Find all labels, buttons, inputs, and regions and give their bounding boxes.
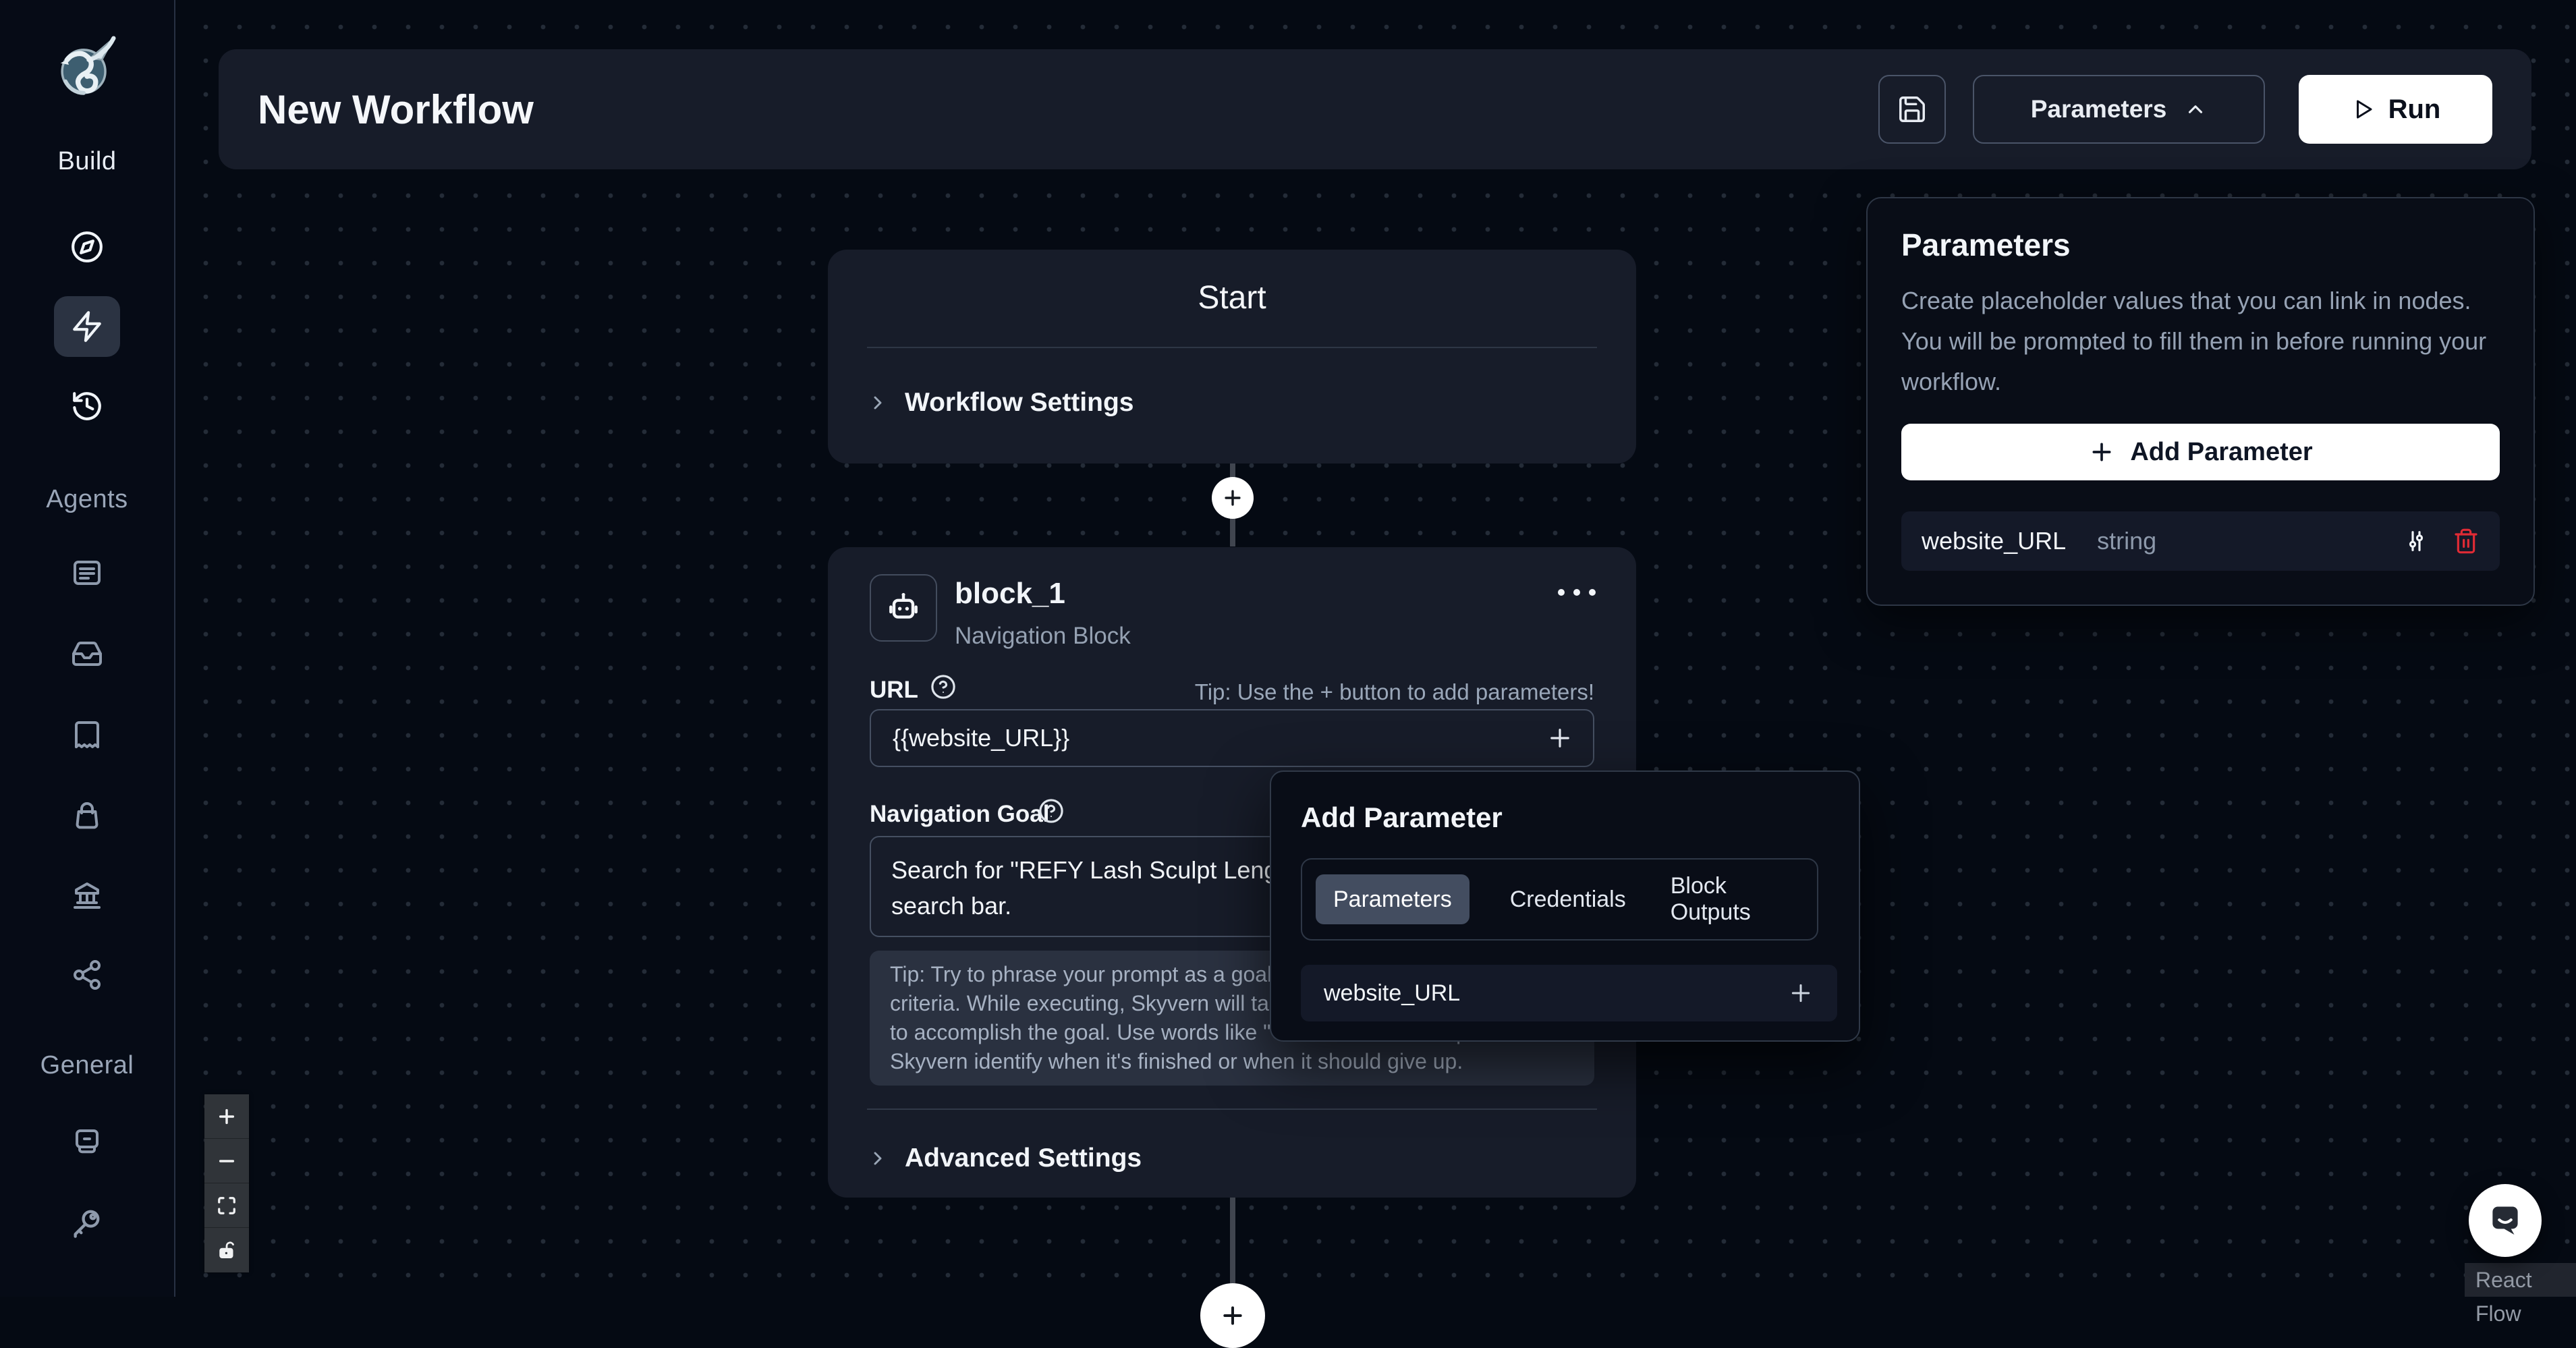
parameters-panel-title: Parameters <box>1901 227 2071 263</box>
sidebar-item-discover[interactable] <box>54 217 120 277</box>
tab-credentials[interactable]: Credentials <box>1506 887 1630 913</box>
parameter-type: string <box>2097 527 2156 555</box>
help-circle-icon[interactable] <box>929 673 957 701</box>
fit-view-button[interactable] <box>204 1183 249 1228</box>
block-title: block_1 <box>955 577 1065 611</box>
parameters-panel-description: Create placeholder values that you can l… <box>1901 281 2486 402</box>
save-button[interactable] <box>1878 75 1946 144</box>
plus-icon <box>1221 486 1244 509</box>
add-block-button[interactable] <box>1212 477 1254 519</box>
form-icon <box>71 557 103 589</box>
plus-icon <box>2088 439 2115 466</box>
add-parameter-plus-icon[interactable] <box>1546 724 1574 752</box>
start-node[interactable]: Start Workflow Settings <box>828 250 1636 464</box>
floppy-disk-icon <box>1897 94 1928 125</box>
advanced-settings-toggle[interactable]: Advanced Settings <box>867 1130 1142 1187</box>
workflow-header: New Workflow Parameters Run <box>219 49 2531 169</box>
zoom-in-button[interactable] <box>204 1094 249 1139</box>
parameters-panel: Parameters Create placeholder values tha… <box>1866 197 2535 606</box>
popup-parameter-item[interactable]: website_URL <box>1301 965 1837 1021</box>
block-subtitle: Navigation Block <box>955 623 1131 650</box>
sidebar: Build Agents <box>0 0 175 1297</box>
react-flow-attribution[interactable]: React Flow <box>2465 1263 2576 1297</box>
sidebar-item-history[interactable] <box>54 376 120 437</box>
url-inline-tip: Tip: Use the + button to add parameters! <box>1195 679 1594 705</box>
sidebar-section-build: Build <box>58 147 117 176</box>
add-parameter-tabs: Parameters Credentials Block Outputs <box>1301 858 1818 940</box>
parameters-toggle-button[interactable]: Parameters <box>1973 75 2265 144</box>
chat-bubble-icon <box>2486 1201 2525 1240</box>
advanced-settings-label: Advanced Settings <box>905 1144 1142 1173</box>
inbox-icon <box>71 638 103 670</box>
chevron-right-icon <box>867 392 889 414</box>
bank-icon <box>71 879 103 911</box>
parameters-toggle-label: Parameters <box>2031 95 2167 123</box>
help-circle-icon[interactable] <box>1037 797 1065 825</box>
unlock-icon <box>217 1240 237 1260</box>
skyvern-dragon-logo[interactable] <box>47 24 127 105</box>
sidebar-item-forms[interactable] <box>54 542 120 603</box>
sidebar-item-inbox[interactable] <box>54 623 120 684</box>
play-icon <box>2351 97 2375 121</box>
compass-icon <box>70 230 104 264</box>
sliders-icon[interactable] <box>2403 528 2430 555</box>
sidebar-section-general: General <box>40 1051 134 1080</box>
add-parameter-popup-title: Add Parameter <box>1301 802 1503 834</box>
parameter-row[interactable]: website_URL string <box>1901 511 2500 571</box>
parameter-name: website_URL <box>1922 527 2066 555</box>
start-node-title: Start <box>828 279 1636 316</box>
add-block-button-bottom[interactable] <box>1200 1283 1265 1348</box>
zoom-out-icon <box>216 1150 237 1172</box>
navigation-goal-label: Navigation Goal <box>870 801 1049 828</box>
add-parameter-button[interactable]: Add Parameter <box>1901 424 2500 480</box>
tab-parameters[interactable]: Parameters <box>1316 874 1469 924</box>
url-input-value: {{website_URL}} <box>893 724 1069 752</box>
block-menu-button[interactable] <box>1558 589 1596 596</box>
bag-icon <box>71 799 103 832</box>
sidebar-item-receipts[interactable] <box>54 704 120 765</box>
sidebar-item-shopping[interactable] <box>54 785 120 846</box>
edge-block-down <box>1230 1198 1235 1297</box>
zap-icon <box>70 310 104 343</box>
chevron-right-icon <box>867 1148 889 1169</box>
share-icon <box>71 959 103 991</box>
history-icon <box>70 389 104 423</box>
run-button[interactable]: Run <box>2299 75 2492 144</box>
lock-button[interactable] <box>204 1228 249 1272</box>
zoom-out-button[interactable] <box>204 1139 249 1183</box>
run-label: Run <box>2388 94 2441 125</box>
sidebar-item-banking[interactable] <box>54 865 120 926</box>
divider <box>867 1108 1597 1110</box>
sidebar-item-devices[interactable] <box>54 1111 120 1172</box>
plus-icon <box>1219 1302 1246 1329</box>
block-icon-tile <box>870 574 937 642</box>
workflow-settings-label: Workflow Settings <box>905 388 1133 418</box>
page-title: New Workflow <box>258 86 534 133</box>
key-icon <box>69 1205 105 1240</box>
fit-view-icon <box>217 1196 237 1216</box>
header-actions: Parameters Run <box>1878 75 2492 144</box>
chevron-up-icon <box>2184 98 2207 121</box>
robot-icon <box>885 589 922 627</box>
tab-block-outputs[interactable]: Block Outputs <box>1667 873 1803 926</box>
divider <box>867 347 1597 348</box>
chat-launcher-button[interactable] <box>2469 1184 2542 1257</box>
url-input[interactable]: {{website_URL}} <box>870 709 1594 767</box>
laptop-icon <box>71 1125 103 1158</box>
popup-parameter-name: website_URL <box>1324 980 1460 1007</box>
sidebar-section-agents: Agents <box>46 485 128 514</box>
plus-icon[interactable] <box>1787 980 1814 1007</box>
workflow-settings-toggle[interactable]: Workflow Settings <box>867 374 1133 431</box>
trash-icon[interactable] <box>2453 528 2480 555</box>
zoom-in-icon <box>216 1106 237 1127</box>
receipt-icon <box>71 719 103 751</box>
sidebar-item-integrations[interactable] <box>54 945 120 1005</box>
sidebar-item-credentials[interactable] <box>54 1192 120 1253</box>
flow-controls <box>204 1094 249 1272</box>
sidebar-item-workflows[interactable] <box>54 296 120 357</box>
add-parameter-popup: Add Parameter Parameters Credentials Blo… <box>1270 770 1860 1042</box>
add-parameter-button-label: Add Parameter <box>2130 438 2312 467</box>
url-label: URL <box>870 677 918 704</box>
